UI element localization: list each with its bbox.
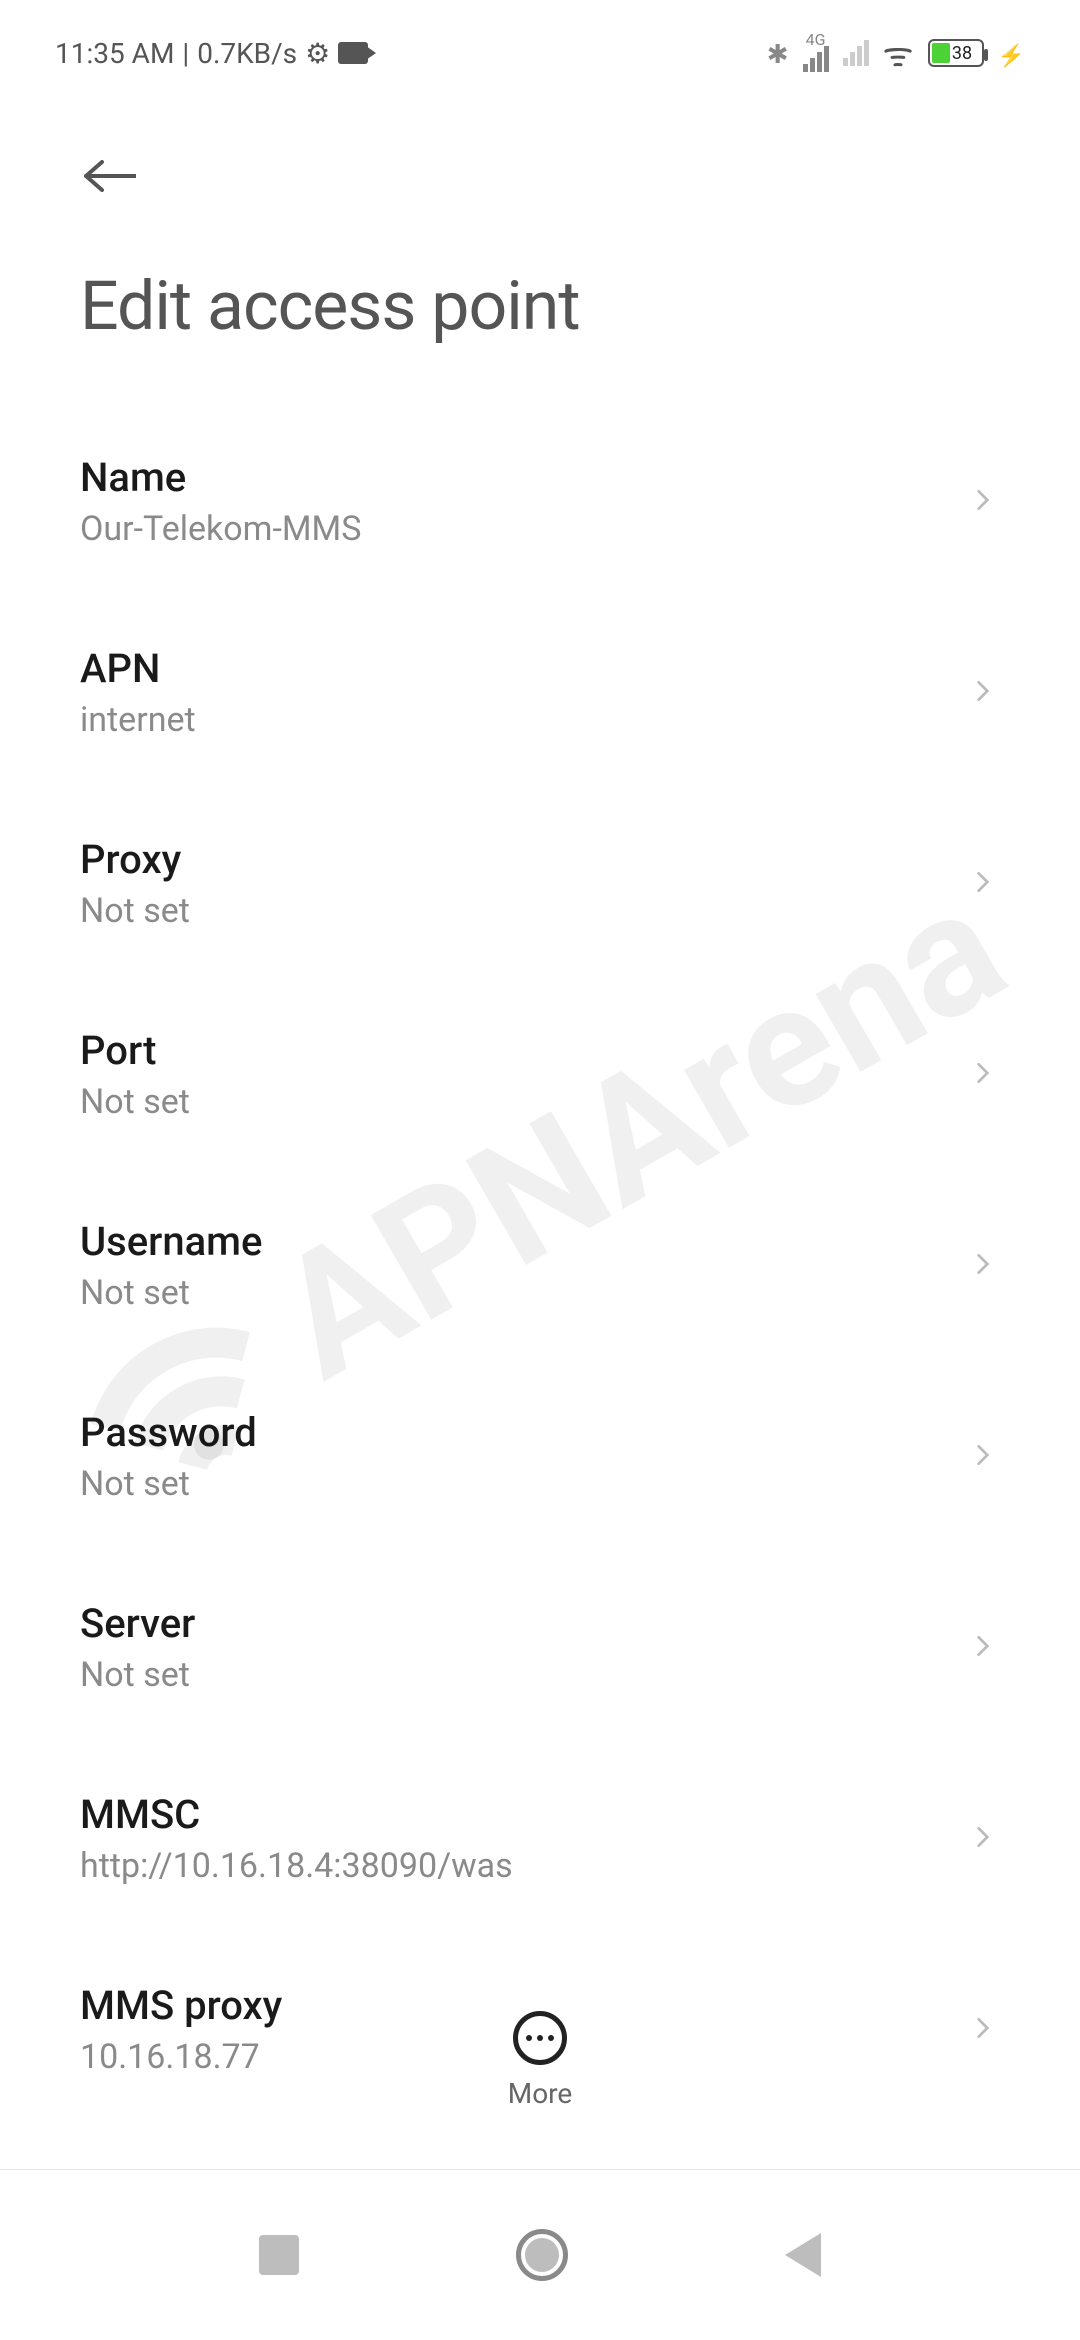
arrow-left-icon xyxy=(80,158,136,194)
setting-row-username[interactable]: Username Not set xyxy=(80,1170,1000,1361)
status-left: 11:35 AM | 0.7KB/s xyxy=(55,37,368,70)
more-label: More xyxy=(508,2077,573,2110)
setting-row-password[interactable]: Password Not set xyxy=(80,1361,1000,1552)
setting-label: Port xyxy=(80,1027,970,1074)
setting-value: Not set xyxy=(80,1655,970,1695)
setting-value: http://10.16.18.4:38090/was xyxy=(80,1846,970,1886)
chevron-right-icon xyxy=(970,869,1000,899)
status-separator: | xyxy=(182,37,189,70)
setting-value: Not set xyxy=(80,1082,970,1122)
nav-back-button[interactable] xyxy=(785,2233,821,2277)
setting-label: MMSC xyxy=(80,1791,970,1838)
setting-row-mmsc[interactable]: MMSC http://10.16.18.4:38090/was xyxy=(80,1743,1000,1934)
more-icon xyxy=(513,2011,567,2065)
chevron-right-icon xyxy=(970,1824,1000,1854)
signal-2-icon xyxy=(843,40,869,66)
setting-label: Server xyxy=(80,1600,970,1647)
setting-row-port[interactable]: Port Not set xyxy=(80,979,1000,1170)
more-button[interactable]: More xyxy=(0,2011,1080,2110)
nav-recents-button[interactable] xyxy=(259,2235,299,2275)
setting-value: internet xyxy=(80,700,970,740)
setting-label: Name xyxy=(80,454,970,501)
setting-label: Proxy xyxy=(80,836,970,883)
chevron-right-icon xyxy=(970,1060,1000,1090)
setting-value: Not set xyxy=(80,1464,970,1504)
status-time: 11:35 AM xyxy=(55,37,174,70)
setting-row-server[interactable]: Server Not set xyxy=(80,1552,1000,1743)
status-right: 4G 38 xyxy=(767,30,1025,76)
charging-icon xyxy=(998,37,1025,70)
back-button[interactable] xyxy=(80,156,140,196)
page-title: Edit access point xyxy=(0,226,1080,406)
settings-icon xyxy=(305,37,330,70)
setting-value: Not set xyxy=(80,1273,970,1313)
setting-value: Not set xyxy=(80,891,970,931)
status-bar: 11:35 AM | 0.7KB/s 4G 38 xyxy=(0,0,1080,96)
camera-icon xyxy=(338,42,368,64)
settings-list: Name Our-Telekom-MMS APN internet Proxy … xyxy=(0,406,1080,2125)
chevron-right-icon xyxy=(970,1633,1000,1663)
chevron-right-icon xyxy=(970,678,1000,708)
setting-row-name[interactable]: Name Our-Telekom-MMS xyxy=(80,406,1000,597)
nav-home-button[interactable] xyxy=(516,2229,568,2281)
navigation-bar xyxy=(0,2170,1080,2340)
chevron-right-icon xyxy=(970,1442,1000,1472)
battery-icon: 38 xyxy=(928,39,984,67)
status-data-rate: 0.7KB/s xyxy=(197,37,297,70)
wifi-icon xyxy=(883,30,914,76)
signal-1-icon: 4G xyxy=(803,34,829,72)
setting-label: Password xyxy=(80,1409,970,1456)
chevron-right-icon xyxy=(970,1251,1000,1281)
setting-value: Our-Telekom-MMS xyxy=(80,509,970,549)
setting-row-proxy[interactable]: Proxy Not set xyxy=(80,788,1000,979)
chevron-right-icon xyxy=(970,487,1000,517)
setting-row-apn[interactable]: APN internet xyxy=(80,597,1000,788)
setting-label: Username xyxy=(80,1218,970,1265)
setting-label: APN xyxy=(80,645,970,692)
bluetooth-icon xyxy=(767,37,789,70)
